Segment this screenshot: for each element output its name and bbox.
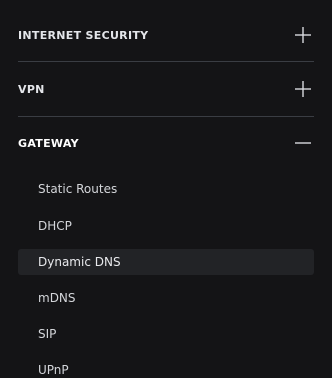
gateway-item-label: UPnP (38, 363, 69, 377)
section-internet-security-label: INTERNET SECURITY (18, 28, 149, 42)
gateway-item-dhcp[interactable]: DHCP (18, 213, 314, 239)
section-gateway[interactable]: GATEWAY (0, 128, 332, 158)
section-internet-security[interactable]: INTERNET SECURITY (0, 20, 332, 50)
plus-icon[interactable] (293, 79, 313, 99)
section-gateway-label: GATEWAY (18, 136, 79, 150)
gateway-item-label: SIP (38, 327, 57, 341)
gateway-item-dynamic-dns[interactable]: Dynamic DNS (18, 249, 314, 275)
divider (18, 116, 314, 117)
gateway-item-label: mDNS (38, 291, 76, 305)
gateway-item-upnp[interactable]: UPnP (18, 357, 314, 378)
gateway-item-sip[interactable]: SIP (18, 321, 314, 347)
gateway-item-label: Dynamic DNS (38, 255, 121, 269)
section-vpn[interactable]: VPN (0, 74, 332, 104)
gateway-item-label: Static Routes (38, 182, 118, 196)
divider (18, 61, 314, 62)
minus-icon[interactable] (293, 133, 313, 153)
gateway-item-label: DHCP (38, 219, 72, 233)
plus-icon[interactable] (293, 25, 313, 45)
settings-sidebar-menu: INTERNET SECURITY VPN GATEWAY Static Rou… (0, 0, 332, 378)
gateway-item-static-routes[interactable]: Static Routes (18, 176, 314, 202)
section-vpn-label: VPN (18, 82, 45, 96)
gateway-item-mdns[interactable]: mDNS (18, 285, 314, 311)
